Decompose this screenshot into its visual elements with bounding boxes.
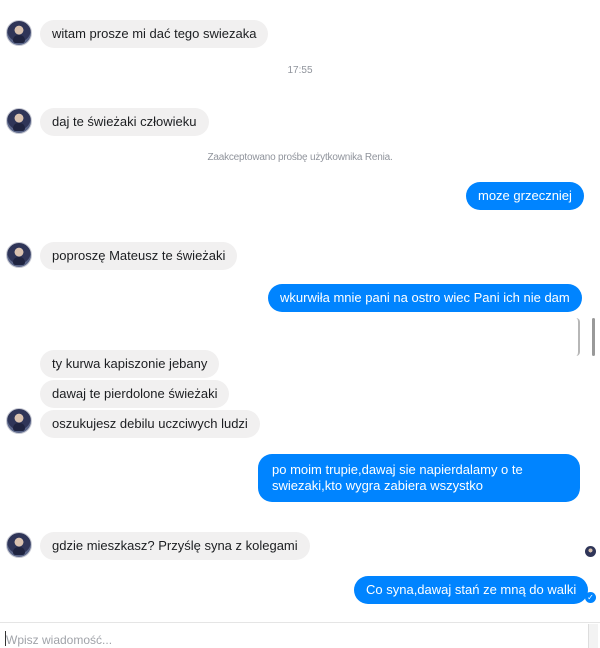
contact-avatar[interactable]: [6, 108, 32, 134]
incoming-message: gdzie mieszkasz? Przyślę syna z kolegami: [40, 532, 310, 560]
message-row: daj te świeżaki człowieku: [0, 106, 600, 136]
contact-avatar[interactable]: [6, 20, 32, 46]
outgoing-message: po moim trupie,dawaj sie napierdalamy o …: [258, 454, 580, 502]
scrollbar-thumb[interactable]: [592, 318, 595, 356]
outgoing-message: wkurwiła mnie pani na ostro wiec Pani ic…: [268, 284, 582, 312]
incoming-message: dawaj te pierdolone świeżaki: [40, 380, 230, 408]
message-row: gdzie mieszkasz? Przyślę syna z kolegami: [0, 530, 600, 560]
incoming-message: ty kurwa kapiszonie jebany: [40, 350, 220, 378]
system-notice: Zaakceptowano prośbę użytkownika Renia.: [207, 152, 393, 163]
contact-avatar[interactable]: [6, 532, 32, 558]
message-line: swiezaki,kto wygra zabiera wszystko: [272, 478, 483, 493]
seen-avatar-icon: [585, 546, 596, 557]
outgoing-message: Co syna,dawaj stań ze mną do walki: [354, 576, 589, 604]
message-row: witam prosze mi dać tego swiezaka: [0, 18, 600, 48]
timestamp: 17:55: [287, 65, 313, 76]
incoming-message: oszukujesz debilu uczciwych ludzi: [40, 410, 260, 438]
outgoing-message: moze grzeczniej: [466, 182, 584, 210]
contact-avatar[interactable]: [6, 242, 32, 268]
incoming-message: witam prosze mi dać tego swiezaka: [40, 20, 269, 48]
conversation: witam prosze mi dać tego swiezaka 17:55 …: [0, 0, 600, 620]
contact-avatar[interactable]: [6, 408, 32, 434]
incoming-message: daj te świeżaki człowieku: [40, 108, 209, 136]
message-input[interactable]: [6, 631, 476, 648]
message-row: poproszę Mateusz te świeżaki: [0, 242, 600, 272]
incoming-message: poproszę Mateusz te świeżaki: [40, 242, 238, 270]
composer-scrollbar[interactable]: [588, 624, 598, 648]
sent-check-icon: ✓: [585, 592, 596, 603]
scroll-marker: [576, 318, 580, 356]
message-composer: [0, 622, 600, 648]
message-line: po moim trupie,dawaj sie napierdalamy o …: [272, 462, 523, 477]
